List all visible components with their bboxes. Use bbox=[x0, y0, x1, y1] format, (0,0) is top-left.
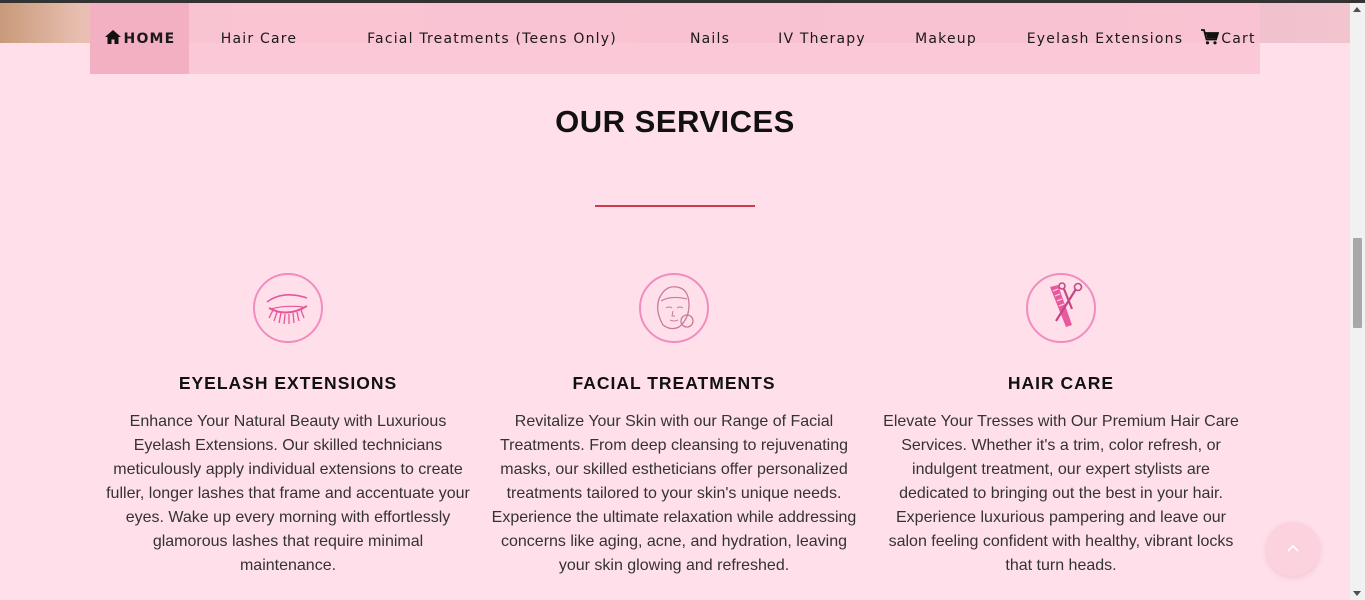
service-title: FACIAL TREATMENTS bbox=[572, 373, 776, 393]
scroll-up-arrow-icon[interactable] bbox=[1353, 7, 1361, 12]
cart-icon bbox=[1201, 28, 1220, 49]
nav-item-hair-care[interactable]: Hair Care bbox=[189, 3, 329, 74]
nav-item-cart[interactable]: Cart bbox=[1197, 3, 1260, 74]
nav-item-nails[interactable]: Nails bbox=[655, 3, 765, 74]
nav-label: HOME bbox=[123, 30, 176, 47]
home-icon bbox=[104, 29, 122, 49]
nav-item-iv-therapy[interactable]: IV Therapy bbox=[765, 3, 879, 74]
face-icon bbox=[639, 273, 709, 343]
nav-item-makeup[interactable]: Makeup bbox=[879, 3, 1013, 74]
nav-label: Facial Treatments (Teens Only) bbox=[367, 30, 617, 47]
nav-label: Nails bbox=[689, 30, 731, 47]
service-title: EYELASH EXTENSIONS bbox=[178, 373, 398, 393]
scroll-down-arrow-icon[interactable] bbox=[1353, 591, 1361, 596]
nav-item-home[interactable]: HOME bbox=[90, 3, 189, 74]
nav-label: IV Therapy bbox=[778, 30, 866, 47]
service-card-hair: HAIR CARE Elevate Your Tresses with Our … bbox=[876, 273, 1246, 578]
service-description: Enhance Your Natural Beauty with Luxurio… bbox=[106, 413, 470, 574]
main-navigation: HOME Hair Care Facial Treatments (Teens … bbox=[90, 3, 1260, 74]
service-card-eyelash: EYELASH EXTENSIONS Enhance Your Natural … bbox=[103, 273, 473, 578]
nav-item-eyelash-extensions[interactable]: Eyelash Extensions bbox=[1013, 3, 1197, 74]
eyelash-icon bbox=[253, 273, 323, 343]
title-divider bbox=[595, 205, 755, 207]
service-description: Elevate Your Tresses with Our Premium Ha… bbox=[883, 413, 1239, 574]
section-title: OUR SERVICES bbox=[555, 104, 795, 139]
service-title: HAIR CARE bbox=[1007, 373, 1115, 393]
scrollbar-thumb[interactable] bbox=[1353, 238, 1362, 328]
scissors-comb-icon bbox=[1026, 273, 1096, 343]
nav-label: Eyelash Extensions bbox=[1026, 30, 1184, 47]
nav-label: Cart bbox=[1221, 30, 1256, 47]
service-description: Revitalize Your Skin with our Range of F… bbox=[491, 413, 857, 574]
service-card-facial: FACIAL TREATMENTS Revitalize Your Skin w… bbox=[489, 273, 859, 578]
vertical-scrollbar[interactable] bbox=[1350, 3, 1365, 600]
nav-label: Makeup bbox=[915, 30, 977, 47]
nav-item-facial-treatments[interactable]: Facial Treatments (Teens Only) bbox=[329, 3, 655, 74]
chevron-up-icon bbox=[1286, 540, 1300, 558]
nav-label: Hair Care bbox=[220, 30, 298, 47]
back-to-top-button[interactable] bbox=[1266, 522, 1320, 576]
